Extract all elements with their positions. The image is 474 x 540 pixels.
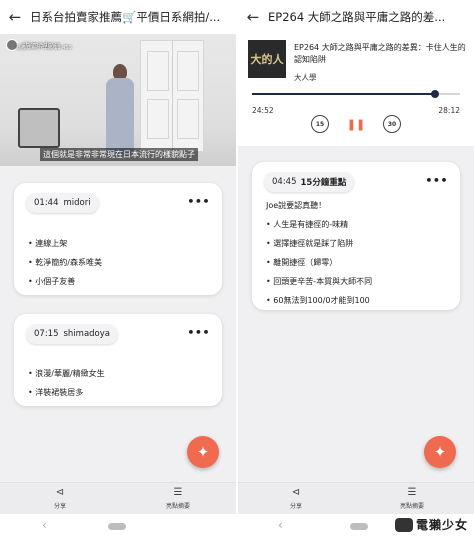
share-icon: ⊲ <box>55 487 65 498</box>
progress-thumb[interactable] <box>431 90 440 98</box>
page-title: EP264 大師之路與平庸之路的差... <box>268 10 446 24</box>
note-list: • 浪漫/華麗/精緻女生 • 洋裝裙裝居多 <box>28 364 212 402</box>
note-item: • 離開捷徑（歸零） <box>266 258 338 267</box>
remaining-time: 28:12 <box>438 106 460 115</box>
speaker-name: midori <box>63 198 91 208</box>
note-item: • 洋裝裙裝居多 <box>28 388 84 397</box>
video-person <box>102 64 138 160</box>
rewind-15-icon[interactable]: 15 <box>311 115 329 133</box>
watermark-logo-icon <box>394 517 413 532</box>
forward-30-icon[interactable]: 30 <box>383 115 401 133</box>
note-item: • 連線上架 <box>28 239 68 248</box>
speaker-name: shimadoya <box>63 329 111 339</box>
timestamp-chip[interactable]: 04:45 15分鐘重點 <box>264 172 355 192</box>
video-thumbnail[interactable]: shimadoya 嘉義日系行·洋裝 11,450 這個就是非常非常現在日本流行… <box>0 34 236 166</box>
system-back-icon[interactable]: ‹ <box>42 518 47 532</box>
episode-author: 大人學 <box>294 73 317 82</box>
highlight-card[interactable]: 07:15 shimadoya ••• • 浪漫/華麗/精緻女生 • 洋裝裙裝居… <box>14 314 222 406</box>
note-item: Joe說要認真聽！ <box>266 201 327 210</box>
elapsed-time: 24:52 <box>252 106 274 115</box>
podcast-player: 大的人 EP264 大師之路與平庸之路的差異：卡住人生的認知陷阱 大人學 24:… <box>238 34 474 146</box>
system-back-icon[interactable]: ‹ <box>278 518 283 532</box>
note-item: • 人生是有捷徑的-味精 <box>266 220 349 229</box>
podcast-cover: 大的人 <box>248 40 286 78</box>
back-arrow-icon[interactable]: ← <box>0 0 30 34</box>
progress-fill <box>252 93 436 95</box>
sparkle-icon: ✦ <box>196 443 210 461</box>
note-item: • 回頭更辛苦-本質與大師不同 <box>266 277 373 286</box>
comparison-screens: ← 日系台拍賣家推薦🛒平價日系網拍/... shimadoya 嘉義日系行·洋裝… <box>0 0 474 540</box>
more-options-icon[interactable]: ••• <box>187 195 210 208</box>
add-highlight-button[interactable]: ✦ <box>424 436 456 468</box>
share-button[interactable]: ⊲ 分享 <box>30 486 90 510</box>
system-home-pill[interactable] <box>108 523 126 530</box>
pause-icon[interactable]: ❚❚ <box>347 115 365 133</box>
system-home-pill[interactable] <box>350 523 368 530</box>
list-icon: ☰ <box>173 487 183 498</box>
highlights-summary-button[interactable]: ☰ 亮點摘要 <box>148 486 208 510</box>
note-item: • 浪漫/華麗/精緻女生 <box>28 369 105 378</box>
note-item: • 小個子友善 <box>28 277 76 286</box>
timestamp: 07:15 <box>34 329 59 339</box>
more-options-icon[interactable]: ••• <box>187 326 210 339</box>
timestamp: 01:44 <box>34 198 59 208</box>
video-door <box>140 40 204 152</box>
share-button[interactable]: ⊲ 分享 <box>266 486 326 510</box>
share-icon: ⊲ <box>291 487 301 498</box>
back-arrow-icon[interactable]: ← <box>238 0 268 34</box>
channel-subtitle: 嘉義日系行·洋裝 11,450 <box>16 45 72 51</box>
watermark: 電獺少女 <box>394 516 468 533</box>
video-caption: 這個就是非常非常現在日本流行的樣貌點子 <box>40 148 198 161</box>
sparkle-icon: ✦ <box>433 443 447 461</box>
note-item: • 乾淨簡約/森系唯美 <box>28 258 102 267</box>
page-title: 日系台拍賣家推薦🛒平價日系網拍/... <box>30 10 221 24</box>
highlights-summary-button[interactable]: ☰ 亮點摘要 <box>382 486 442 510</box>
note-list: • 連線上架 • 乾淨簡約/森系唯美 • 小個子友善 <box>28 234 212 291</box>
progress-track[interactable] <box>252 90 460 98</box>
more-options-icon[interactable]: ••• <box>425 174 448 187</box>
highlight-card[interactable]: 01:44 midori ••• • 連線上架 • 乾淨簡約/森系唯美 • 小個… <box>14 183 222 295</box>
episode-title: EP264 大師之路與平庸之路的差異：卡住人生的認知陷阱 <box>294 43 466 64</box>
note-item: • 60無法到100/0才能到100 <box>266 296 370 305</box>
bottom-action-bar: ⊲ 分享 ☰ 亮點摘要 <box>0 482 236 514</box>
bottom-action-bar: ⊲ 分享 ☰ 亮點摘要 <box>238 482 474 514</box>
watermark-text: 電獺少女 <box>415 518 468 532</box>
add-highlight-button[interactable]: ✦ <box>187 436 219 468</box>
timestamp: 04:45 <box>272 177 297 187</box>
timestamp-chip[interactable]: 07:15 shimadoya <box>26 324 119 344</box>
podcast-summary-screen: ← EP264 大師之路與平庸之路的差... 大的人 EP264 大師之路與平庸… <box>238 0 474 540</box>
video-chair <box>18 108 60 148</box>
note-item: • 選擇捷徑就是踩了陷阱 <box>266 239 354 248</box>
top-bar: ← 日系台拍賣家推薦🛒平價日系網拍/... <box>0 0 236 34</box>
note-list: Joe說要認真聽！ • 人生是有捷徑的-味精 • 選擇捷徑就是踩了陷阱 • 離開… <box>266 196 450 310</box>
highlight-heading: 15分鐘重點 <box>300 178 347 188</box>
highlight-card[interactable]: 04:45 15分鐘重點 ••• Joe說要認真聽！ • 人生是有捷徑的-味精 … <box>252 162 460 310</box>
youtube-summary-screen: ← 日系台拍賣家推薦🛒平價日系網拍/... shimadoya 嘉義日系行·洋裝… <box>0 0 236 540</box>
list-icon: ☰ <box>407 487 417 498</box>
top-bar: ← EP264 大師之路與平庸之路的差... <box>238 0 474 34</box>
system-navigation-bar: ‹ <box>0 514 236 540</box>
timestamp-chip[interactable]: 01:44 midori <box>26 193 99 213</box>
